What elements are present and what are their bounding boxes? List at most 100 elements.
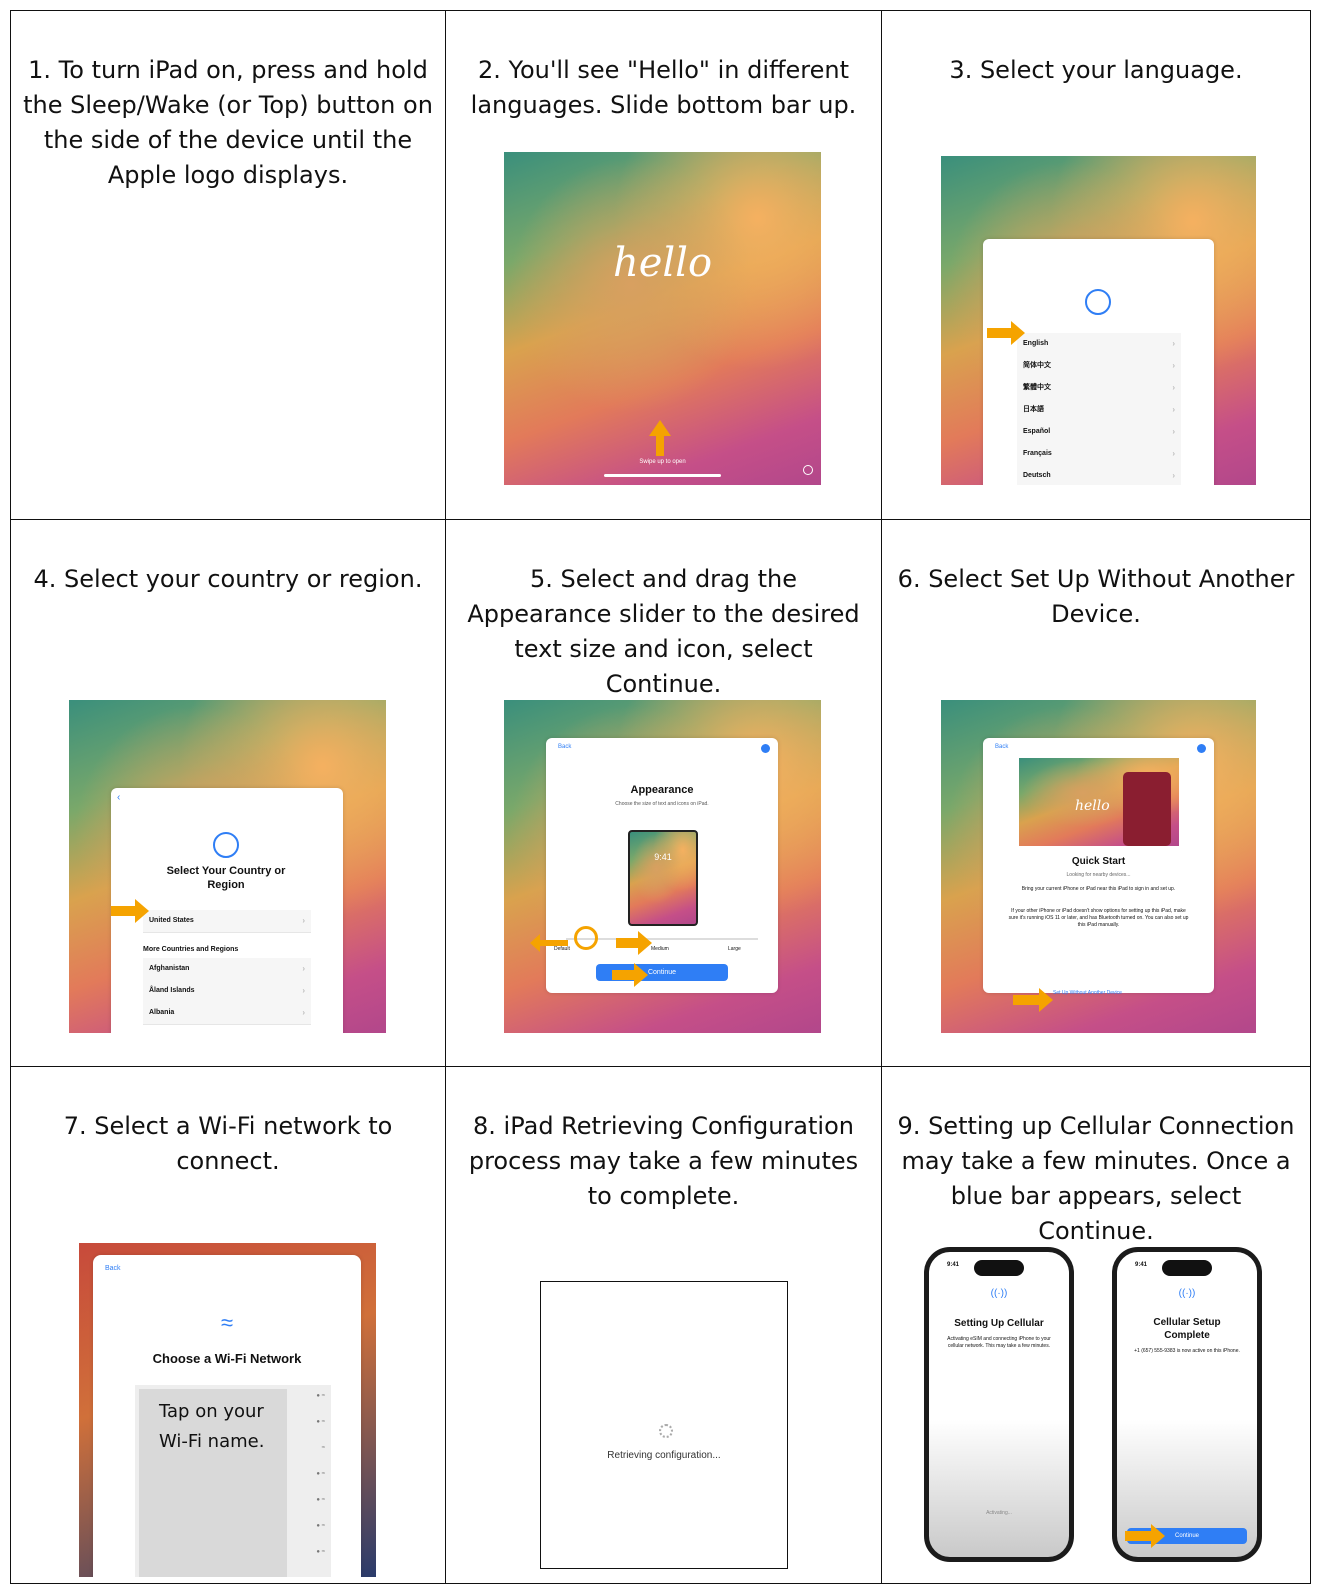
wifi-card: Back ≈ Choose a Wi-Fi Network ● ≈ ● ≈ ≈ … — [93, 1255, 361, 1577]
home-bar[interactable] — [604, 474, 721, 477]
country-item[interactable]: Åland Islands › — [143, 980, 311, 1003]
dynamic-island — [1162, 1260, 1212, 1276]
quick-start-body-2: If your other iPhone or iPad doesn't sho… — [1008, 908, 1189, 928]
country-screen: ‹ Select Your Country or Region United S… — [69, 700, 386, 1033]
language-item[interactable]: 繁體中文 › — [1017, 377, 1181, 400]
step-9-caption: 9. Setting up Cellular Connection may ta… — [897, 1112, 1295, 1245]
up-arrow-icon — [656, 434, 664, 456]
left-arrow-icon — [530, 934, 568, 952]
pointer-arrow-icon — [987, 321, 1025, 345]
language-item[interactable]: Français › — [1017, 443, 1181, 466]
step-8-caption: 8. iPad Retrieving Configuration process… — [468, 1112, 859, 1210]
preview-ipad: 9:41 — [628, 830, 698, 926]
setup-complete-title: Cellular Setup Complete — [1153, 1317, 1221, 1341]
step-1-cell: 1. To turn iPad on, press and hold the S… — [10, 10, 446, 520]
lock-wifi-icon: ● ≈ — [316, 1393, 325, 1399]
spinner-icon — [659, 1424, 673, 1438]
phone-time: 9:41 — [947, 1262, 960, 1268]
wifi-title: Choose a Wi-Fi Network — [152, 1351, 302, 1366]
lock-wifi-icon: ● ≈ — [316, 1419, 325, 1425]
language-item[interactable]: 简体中文 › — [1017, 355, 1181, 378]
quick-start-screen: Back hello Quick Start Looking for nearb… — [941, 700, 1256, 1033]
lock-wifi-icon: ● ≈ — [316, 1471, 325, 1477]
tap-note: Tap on your Wi-Fi name. — [139, 1389, 287, 1577]
quick-start-banner: hello — [1019, 758, 1179, 846]
globe-icon — [1085, 289, 1111, 315]
cellular-icon: ((·)) — [990, 1288, 1008, 1299]
setup-complete-body: +1 (657) 555-9383 is now active on this … — [1134, 1348, 1240, 1354]
dynamic-island — [974, 1260, 1024, 1276]
language-item[interactable]: English › — [1017, 333, 1181, 356]
iphone-setting-up: 9:41 ((·)) Setting Up Cellular Activatin… — [924, 1247, 1074, 1562]
step-4-cell: 4. Select your country or region. ‹ Sele… — [10, 519, 446, 1067]
step-2-cell: 2. You'll see "Hello" in different langu… — [445, 10, 882, 520]
phone-time: 9:41 — [1135, 1262, 1148, 1268]
back-chevron-icon[interactable]: ‹ — [117, 792, 120, 803]
banner-iphone — [1123, 772, 1171, 846]
hello-greeting: hello — [612, 240, 713, 286]
steps-grid: 1. To turn iPad on, press and hold the S… — [10, 10, 1311, 1584]
step-5-caption: 5. Select and drag the Appearance slider… — [467, 565, 860, 698]
swipe-hint: Swipe up to open — [639, 459, 686, 465]
globe-pin-icon — [213, 832, 239, 858]
lock-wifi-icon: ● ≈ — [316, 1549, 325, 1555]
help-icon[interactable] — [1197, 744, 1206, 753]
quick-start-card: Back hello Quick Start Looking for nearb… — [983, 738, 1214, 996]
slider-handle[interactable] — [574, 926, 598, 950]
info-icon[interactable] — [803, 465, 813, 475]
more-countries-heading: More Countries and Regions — [143, 946, 239, 953]
banner-greeting: hello — [1075, 798, 1110, 814]
language-screen: English › 简体中文 › 繁體中文 › 日本語 › Español › Franç… — [941, 156, 1256, 485]
size-default: Default — [554, 946, 570, 952]
pointer-arrow-icon — [1013, 988, 1053, 1012]
quick-start-title: Quick Start — [1071, 856, 1126, 867]
size-medium: Medium — [651, 946, 669, 952]
step-9-cell: 9. Setting up Cellular Connection may ta… — [881, 1066, 1311, 1584]
language-item[interactable]: Español › — [1017, 421, 1181, 444]
back-link[interactable]: Back — [558, 744, 571, 750]
lock-wifi-icon: ● ≈ — [316, 1523, 325, 1529]
language-item[interactable]: Deutsch › — [1017, 465, 1181, 485]
setup-instructions-sheet: 1. To turn iPad on, press and hold the S… — [10, 10, 1311, 1584]
cellular-icon: ((·)) — [1178, 1288, 1196, 1299]
wifi-icon: ≈ — [220, 1310, 234, 1335]
setting-up-body: Activating eSIM and connecting iPhone to… — [947, 1336, 1051, 1349]
lock-wifi-icon: ● ≈ — [316, 1497, 325, 1503]
step-4-caption: 4. Select your country or region. — [33, 565, 423, 593]
appearance-subtitle: Choose the size of text and icons on iPa… — [615, 801, 709, 807]
step-2-caption: 2. You'll see "Hello" in different langu… — [470, 56, 857, 119]
wifi-screen: Back ≈ Choose a Wi-Fi Network ● ≈ ● ≈ ≈ … — [79, 1243, 376, 1577]
appearance-card: Back Appearance Choose the size of text … — [546, 738, 778, 993]
pointer-arrow-icon — [1125, 1524, 1165, 1548]
step-3-cell: 3. Select your language. English › 简体中文 › … — [881, 10, 1311, 520]
back-link[interactable]: Back — [995, 744, 1008, 750]
retrieving-status: Retrieving configuration... — [607, 1450, 721, 1461]
quick-start-status: Looking for nearby devices... — [1066, 872, 1131, 878]
activating-status: Activating... — [986, 1510, 1012, 1516]
step-6-caption: 6. Select Set Up Without Another Device. — [897, 565, 1295, 628]
quick-start-body-1: Bring your current iPhone or iPad near t… — [1021, 886, 1176, 892]
iphone-setup-complete: 9:41 ((·)) Cellular Setup Complete +1 (6… — [1112, 1247, 1262, 1562]
setting-up-title: Setting Up Cellular — [954, 1318, 1044, 1329]
back-link[interactable]: Back — [105, 1265, 121, 1272]
hello-screen: hello Swipe up to open — [504, 152, 821, 485]
help-icon[interactable] — [761, 744, 770, 753]
step-8-cell: 8. iPad Retrieving Configuration process… — [445, 1066, 882, 1584]
country-item[interactable]: Albania › — [143, 1002, 311, 1025]
country-title: Select Your Country or Region — [166, 865, 286, 891]
pointer-arrow-icon — [111, 899, 149, 923]
right-arrow-icon — [616, 931, 652, 955]
language-card: English › 简体中文 › 繁體中文 › 日本語 › Español › Franç… — [983, 239, 1214, 485]
wifi-signal-icon: ≈ — [321, 1445, 325, 1451]
step-7-cell: 7. Select a Wi-Fi network to connect. Ba… — [10, 1066, 446, 1584]
pointer-arrow-icon — [612, 963, 648, 987]
country-item[interactable]: Afghanistan › — [143, 958, 311, 981]
step-5-cell: 5. Select and drag the Appearance slider… — [445, 519, 882, 1067]
setup-without-device-link[interactable]: Set Up Without Another Device — [1053, 990, 1122, 996]
step-7-caption: 7. Select a Wi-Fi network to connect. — [63, 1112, 393, 1175]
up-arrow-head-icon — [649, 420, 671, 436]
size-large: Large — [728, 946, 741, 952]
language-item[interactable]: 日本語 › — [1017, 399, 1181, 422]
selected-country[interactable]: United States › — [143, 910, 311, 933]
step-6-cell: 6. Select Set Up Without Another Device.… — [881, 519, 1311, 1067]
